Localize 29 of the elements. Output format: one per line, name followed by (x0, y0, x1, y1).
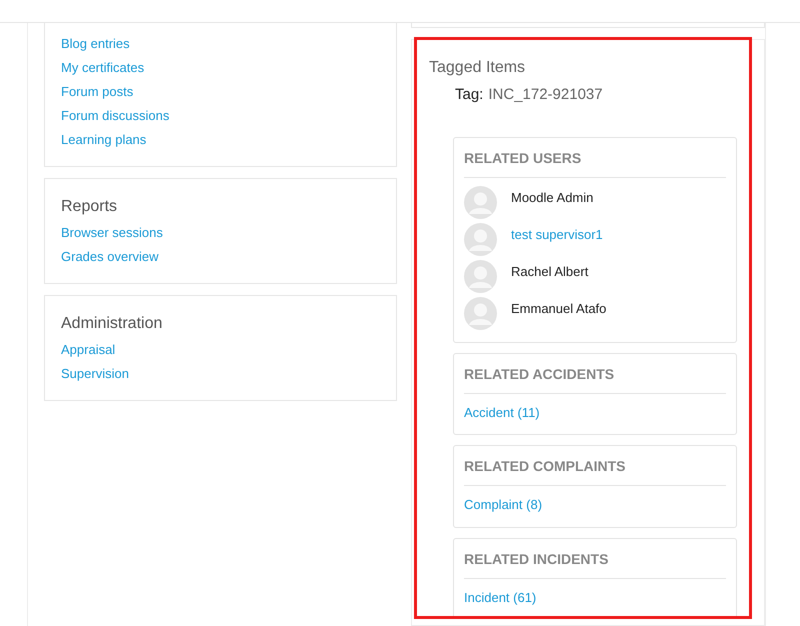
user-name: Emmanuel Atafo (511, 300, 606, 318)
avatar-icon (464, 296, 497, 330)
block-link[interactable]: Browser sessions (61, 221, 163, 245)
block-link[interactable]: Grades overview (61, 245, 159, 269)
user-name: Rachel Albert (511, 262, 588, 281)
tagged-items-title: Tagged Items (429, 58, 526, 78)
block-link[interactable]: Blog entries (61, 32, 130, 56)
section-heading: RELATED INCIDENTS (464, 548, 726, 579)
related-link[interactable]: Accident (11) (464, 402, 540, 422)
user-link[interactable]: test supervisor1 (511, 224, 603, 244)
avatar-icon (464, 222, 497, 256)
block-link[interactable]: Forum posts (61, 80, 134, 104)
block-title: Reports (61, 197, 118, 217)
block-link[interactable]: Supervision (61, 362, 129, 386)
block-link[interactable]: Learning plans (61, 128, 146, 152)
block-title: Administration (61, 314, 164, 334)
avatar-icon (464, 260, 497, 293)
block-link[interactable]: Appraisal (61, 338, 116, 362)
section-heading: RELATED COMPLAINTS (464, 456, 726, 486)
block-link[interactable]: Forum discussions (61, 104, 170, 128)
section-heading: RELATED ACCIDENTS (464, 364, 726, 394)
related-link[interactable]: Complaint (8) (464, 495, 542, 515)
avatar-icon (464, 186, 497, 219)
tag-label: Tag: (455, 85, 484, 106)
tag-value: INC_172-921037 (488, 85, 603, 106)
section-heading: RELATED USERS (464, 148, 726, 178)
user-name: Moodle Admin (511, 188, 594, 207)
related-link[interactable]: Incident (61) (464, 588, 536, 608)
block-link[interactable]: My certificates (61, 56, 144, 80)
